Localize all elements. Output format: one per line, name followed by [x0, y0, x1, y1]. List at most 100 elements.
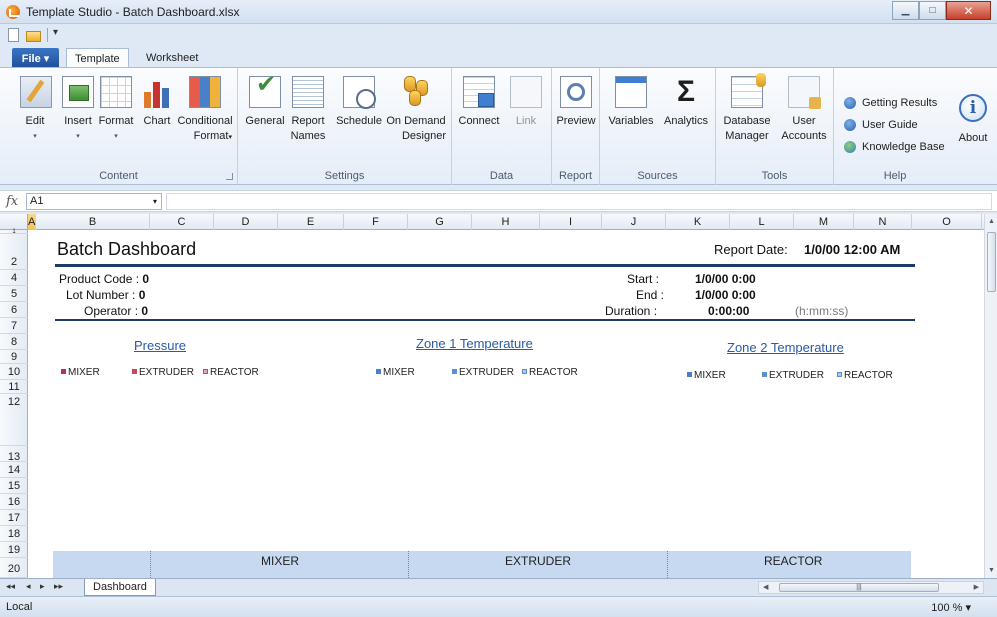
zone2-legend-extruder: EXTRUDER — [762, 370, 824, 381]
horizontal-scrollbar[interactable]: ◀ ||| ▶ — [758, 581, 984, 594]
user-accounts-icon — [788, 76, 821, 109]
column-header-l[interactable]: L — [730, 214, 794, 230]
new-file-icon[interactable] — [8, 28, 19, 42]
ribbon-tabs: File ▾ Template Worksheet — [0, 46, 997, 68]
duration-label: Duration : — [605, 304, 658, 318]
vertical-scrollbar[interactable]: ▲ ▼ — [984, 214, 997, 578]
row-header-11[interactable]: 11 — [0, 380, 28, 394]
row-header-12[interactable]: 12 — [0, 394, 28, 446]
row-header-13[interactable]: 13 — [0, 446, 28, 463]
analytics-button[interactable]: Σ Analytics — [660, 76, 712, 129]
connect-button[interactable]: Connect — [458, 76, 500, 129]
file-tab[interactable]: File ▾ — [12, 48, 59, 68]
first-sheet-icon[interactable]: ◂◂ — [6, 581, 15, 592]
user-accounts-button[interactable]: User Accounts — [778, 76, 830, 144]
scroll-down-icon[interactable]: ▼ — [988, 567, 995, 574]
function-icon[interactable]: fx — [6, 194, 18, 209]
prev-sheet-icon[interactable]: ◂ — [26, 581, 31, 592]
report-names-button[interactable]: Report Names — [290, 76, 326, 144]
chart-button[interactable]: Chart — [142, 76, 172, 129]
next-sheet-icon[interactable]: ▸ — [40, 581, 45, 592]
open-folder-icon[interactable] — [26, 31, 41, 42]
sigma-icon: Σ — [676, 75, 695, 108]
preview-button[interactable]: Preview — [556, 76, 596, 129]
row-header-9[interactable]: 9 — [0, 350, 28, 364]
user-guide-link[interactable]: User Guide — [844, 114, 945, 136]
link-button[interactable]: Link — [508, 76, 544, 129]
vertical-scroll-thumb[interactable] — [987, 232, 996, 292]
name-box[interactable]: A1 ▾ — [26, 193, 162, 210]
scroll-up-icon[interactable]: ▲ — [988, 218, 995, 225]
legend-swatch-icon — [522, 369, 527, 374]
row-header-10[interactable]: 10 — [0, 364, 28, 380]
column-header-m[interactable]: M — [794, 214, 854, 230]
row-header-7[interactable]: 7 — [0, 318, 28, 334]
column-header-h[interactable]: H — [472, 214, 540, 230]
pressure-chart-title[interactable]: Pressure — [134, 338, 186, 353]
row-header-18[interactable]: 18 — [0, 526, 28, 542]
column-header-j[interactable]: J — [602, 214, 666, 230]
row-header-6[interactable]: 6 — [0, 302, 28, 318]
conditional-format-button[interactable]: Conditional Format▾ — [176, 76, 234, 145]
knowledge-base-link[interactable]: Knowledge Base — [844, 136, 945, 158]
qat-separator — [47, 28, 48, 42]
edit-button[interactable]: Edit ▾ — [20, 76, 52, 144]
column-header-e[interactable]: E — [278, 214, 344, 230]
database-manager-button[interactable]: Database Manager — [720, 73, 774, 144]
scroll-right-icon[interactable]: ▶ — [974, 583, 979, 591]
row-header-16[interactable]: 16 — [0, 494, 28, 510]
row-header-8[interactable]: 8 — [0, 334, 28, 350]
zone1-legend-extruder: EXTRUDER — [452, 367, 514, 378]
row-header-17[interactable]: 17 — [0, 510, 28, 526]
row-header-19[interactable]: 19 — [0, 542, 28, 558]
column-header-d[interactable]: D — [214, 214, 278, 230]
insert-caret-icon: ▾ — [76, 133, 80, 140]
zoom-level[interactable]: 100 % ▾ — [931, 601, 971, 614]
customize-qat-button[interactable]: ▾ — [53, 27, 58, 38]
zone1-chart-title[interactable]: Zone 1 Temperature — [416, 336, 533, 351]
zone2-chart-title[interactable]: Zone 2 Temperature — [727, 340, 844, 355]
column-header-n[interactable]: N — [854, 214, 912, 230]
row-header-4[interactable]: 4 — [0, 270, 28, 286]
format-button[interactable]: Format ▾ — [96, 76, 136, 144]
column-header-k[interactable]: K — [666, 214, 730, 230]
column-header-a[interactable]: A — [28, 214, 36, 230]
row-header-14[interactable]: 14 — [0, 462, 28, 478]
last-sheet-icon[interactable]: ▸▸ — [54, 581, 63, 592]
column-header-f[interactable]: F — [344, 214, 408, 230]
tab-worksheet[interactable]: Worksheet — [138, 48, 206, 68]
column-header-i[interactable]: I — [540, 214, 602, 230]
on-demand-designer-button[interactable]: On Demand Designer — [386, 76, 446, 144]
content-dialog-launcher-icon[interactable] — [226, 173, 233, 180]
column-header-o[interactable]: O — [912, 214, 982, 230]
row-header-5[interactable]: 5 — [0, 286, 28, 302]
schedule-button[interactable]: Schedule — [334, 76, 384, 129]
row-header-15[interactable]: 15 — [0, 478, 28, 494]
dashboard-content: Batch Dashboard Report Date: 1/0/00 12:0… — [29, 231, 983, 578]
column-header-c[interactable]: C — [150, 214, 214, 230]
horizontal-scroll-thumb[interactable]: ||| — [779, 583, 939, 592]
column-header-b[interactable]: B — [36, 214, 150, 230]
row-header-2[interactable]: 2 — [0, 234, 28, 270]
minimize-button[interactable]: ▁ — [892, 1, 919, 20]
getting-results-link[interactable]: Getting Results — [844, 92, 945, 114]
close-button[interactable]: ✕ — [946, 1, 991, 20]
minimize-icon: ▁ — [901, 5, 910, 16]
general-button[interactable]: General — [244, 76, 286, 129]
chevron-down-icon[interactable]: ▾ — [153, 194, 157, 209]
select-all-corner[interactable] — [0, 214, 28, 230]
scroll-left-icon[interactable]: ◀ — [763, 583, 768, 591]
column-header-g[interactable]: G — [408, 214, 472, 230]
maximize-button[interactable]: □ — [919, 1, 946, 20]
variables-button[interactable]: Variables — [604, 76, 658, 129]
formula-input[interactable] — [166, 193, 992, 210]
window-controls: ▁ □ ✕ — [892, 1, 991, 20]
tab-template[interactable]: Template — [66, 48, 129, 68]
insert-button[interactable]: Insert ▾ — [60, 76, 96, 144]
report-names-label: Report — [291, 115, 325, 127]
worksheet: A B C D E F G H I J K L M N O 1 2 4 5 6 … — [0, 214, 997, 578]
about-button[interactable]: i About — [954, 94, 992, 146]
lot-number-value: 0 — [138, 288, 146, 302]
sheet-tab-dashboard[interactable]: Dashboard — [84, 579, 156, 596]
row-header-20[interactable]: 20 — [0, 558, 28, 578]
